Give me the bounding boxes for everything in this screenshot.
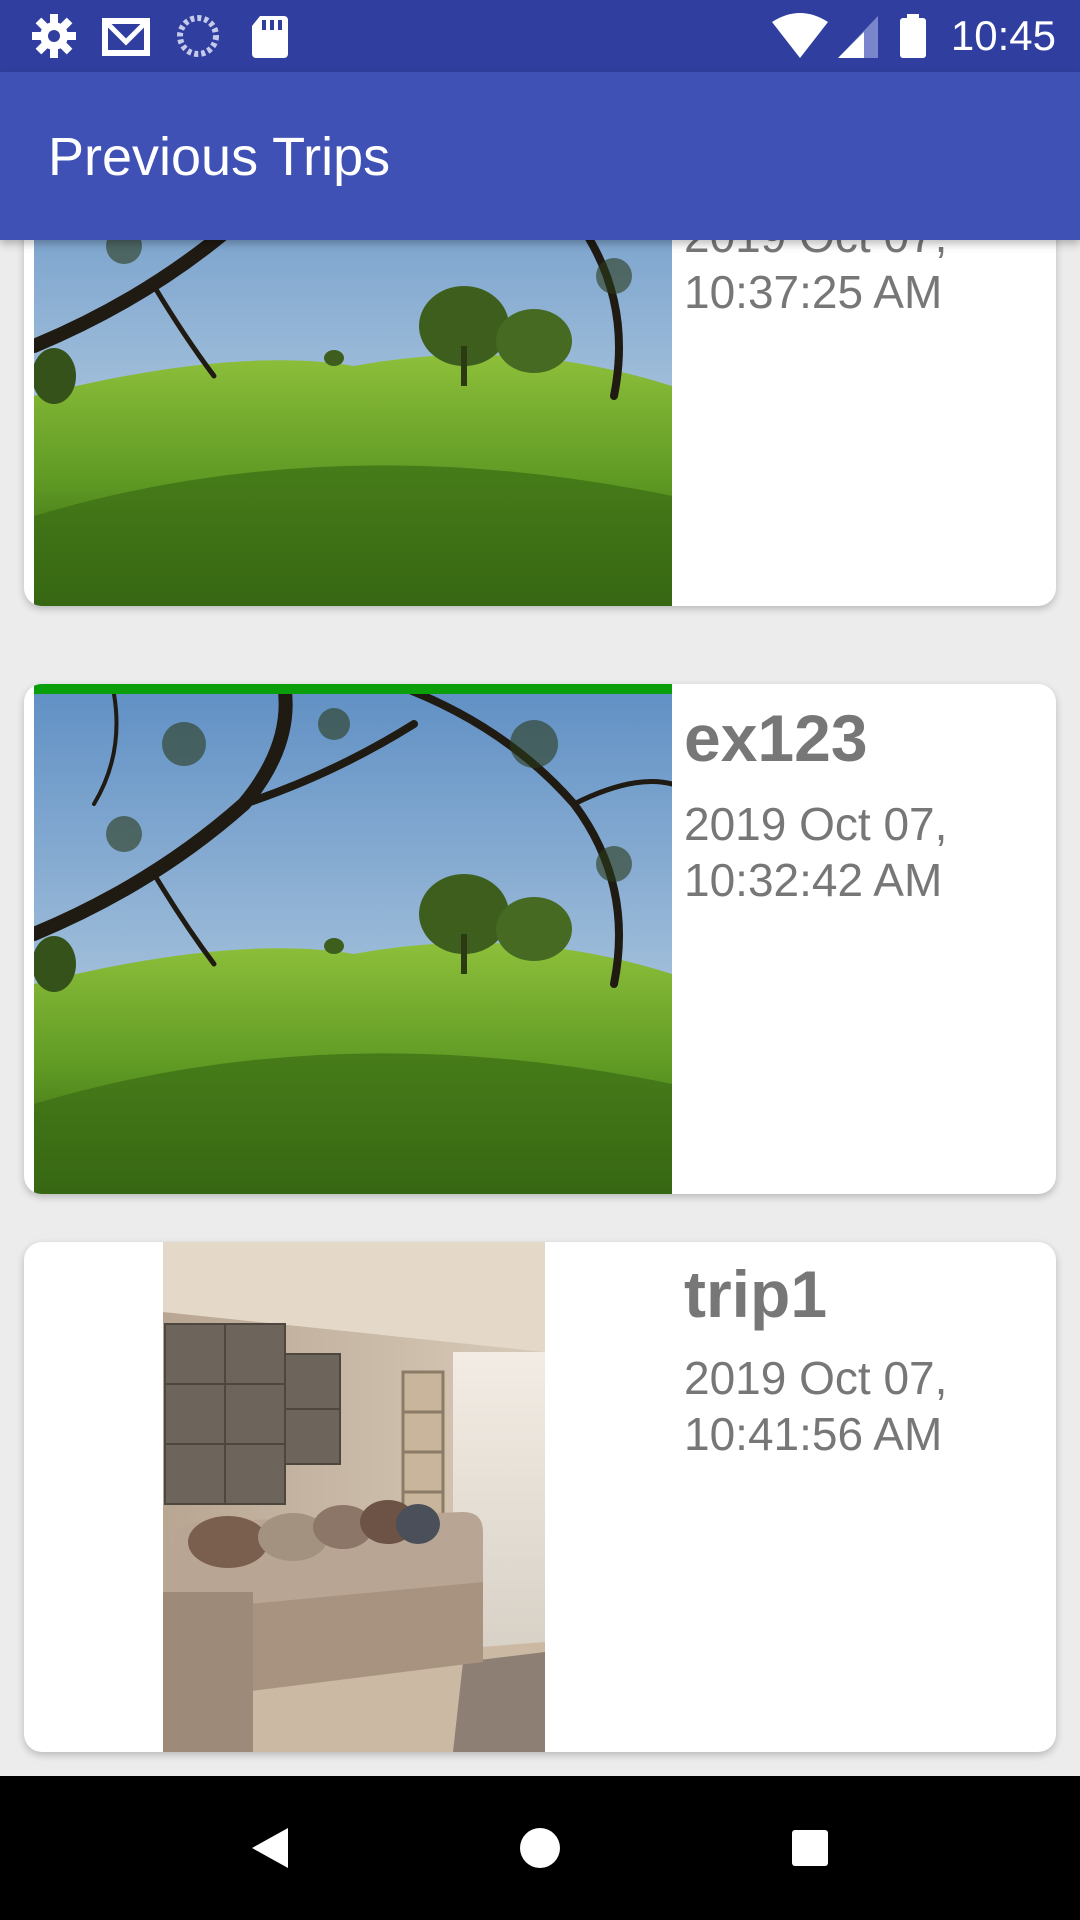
- trip-list[interactable]: 2019 Oct 07, 10:37:25 AM: [0, 240, 1080, 1776]
- trip-thumbnail: [34, 684, 672, 1194]
- screen: 10:45 Previous Trips 10:37:25 AM ex123 2…: [0, 0, 1080, 1920]
- trip-date-line2: 10:37:25 AM: [684, 266, 943, 318]
- trip-date: 2019 Oct 07, 10:41:56 AM: [684, 1350, 947, 1462]
- trip-card[interactable]: trip1 2019 Oct 07, 10:41:56 AM: [24, 1242, 1056, 1752]
- settings-icon: [32, 14, 76, 58]
- sync-icon: [177, 15, 219, 57]
- signal-icon: [838, 16, 878, 58]
- trip-date: 2019 Oct 07, 10:32:42 AM: [684, 796, 947, 908]
- trip-date-line2: 10:41:56 AM: [684, 1408, 943, 1460]
- trip-thumbnail: [163, 1242, 545, 1752]
- trip-date: 2019 Oct 07, 10:37:25 AM: [684, 240, 947, 320]
- recents-icon[interactable]: [774, 1812, 846, 1884]
- back-icon[interactable]: [234, 1812, 306, 1884]
- trip-card[interactable]: 2019 Oct 07, 10:37:25 AM: [24, 240, 1056, 606]
- status-bar: 10:45: [0, 0, 1080, 72]
- selection-indicator: [34, 684, 672, 694]
- gmail-icon: [102, 18, 150, 56]
- trip-name: trip1: [684, 1257, 828, 1331]
- status-time: 10:45: [950, 12, 1056, 59]
- app-bar: Previous Trips: [0, 72, 1080, 240]
- trip-thumbnail: [34, 240, 672, 606]
- trip-date-line1: 2019 Oct 07,: [684, 240, 947, 264]
- trip-card-selected[interactable]: ex123 2019 Oct 07, 10:32:42 AM: [24, 684, 1056, 1194]
- home-icon[interactable]: [504, 1812, 576, 1884]
- page-title: Previous Trips: [48, 127, 391, 187]
- sd-card-icon: [252, 16, 288, 58]
- trip-date-line1: 2019 Oct 07,: [684, 1352, 948, 1404]
- navigation-bar: [0, 1776, 1080, 1920]
- trip-date-line1: 2019 Oct 07,: [684, 798, 948, 850]
- trip-name: ex123: [684, 701, 868, 775]
- wifi-icon: [772, 13, 828, 58]
- trip-date-line2: 10:32:42 AM: [684, 854, 943, 906]
- battery-icon: [900, 14, 926, 58]
